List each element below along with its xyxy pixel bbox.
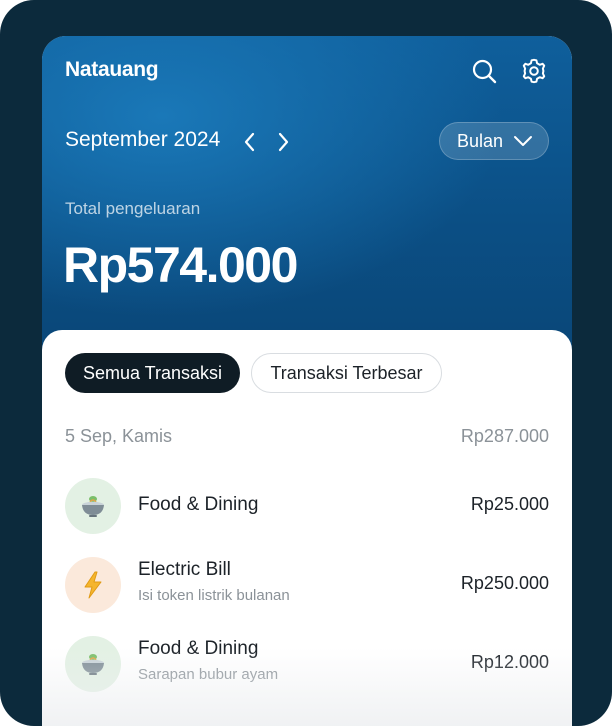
noodle-bowl-icon (82, 496, 104, 517)
tab-label: Transaksi Terbesar (270, 362, 423, 383)
range-dropdown-label: Bulan (457, 130, 504, 151)
total-amount: Rp574.000 (63, 237, 298, 293)
settings-button[interactable] (520, 57, 548, 85)
transaction-note: Isi token listrik bulanan (138, 587, 290, 604)
transaction-row[interactable]: Food & Dining Sarapan bubur ayam Rp12.00… (42, 630, 572, 700)
next-period-button[interactable] (272, 130, 294, 154)
previous-period-button[interactable] (239, 130, 261, 154)
search-button[interactable] (470, 57, 498, 85)
search-icon (472, 59, 497, 84)
gear-icon (522, 58, 546, 84)
category-badge (65, 557, 121, 613)
group-date: 5 Sep, Kamis (65, 426, 173, 446)
summary-header: Natauang September 2024 Bulan Total peng… (42, 36, 572, 366)
transaction-title: Food & Dining (138, 638, 259, 659)
total-label: Total pengeluaran (65, 199, 201, 218)
transaction-amount: Rp12.000 (470, 652, 549, 672)
transaction-title: Food & Dining (138, 494, 259, 515)
chevron-down-icon (514, 136, 533, 146)
period-label: September 2024 (65, 128, 221, 151)
tab-all-transactions[interactable]: Semua Transaksi (65, 353, 240, 393)
category-badge (65, 478, 121, 534)
device-frame: Natauang September 2024 Bulan Total peng… (0, 0, 612, 726)
noodle-bowl-icon (82, 654, 104, 675)
range-dropdown[interactable]: Bulan (439, 122, 549, 160)
group-total: Rp287.000 (460, 426, 549, 446)
chevron-right-icon (278, 132, 289, 152)
transaction-amount: Rp250.000 (460, 573, 549, 593)
transaction-amount: Rp25.000 (470, 494, 549, 514)
transaction-row[interactable]: Electric Bill Isi token listrik bulanan … (42, 551, 572, 621)
transaction-note: Sarapan bubur ayam (138, 666, 279, 683)
transaction-title: Electric Bill (138, 559, 231, 580)
transaction-row[interactable]: Food & Dining Rp25.000 (42, 472, 572, 542)
tab-label: Semua Transaksi (82, 362, 223, 383)
app-title: Natauang (65, 58, 159, 81)
lightning-icon (84, 571, 102, 599)
transactions-sheet: Semua Transaksi Transaksi Terbesar 5 Sep… (42, 330, 572, 726)
app-screen: Natauang September 2024 Bulan Total peng… (42, 36, 572, 726)
chevron-left-icon (244, 132, 255, 152)
tab-largest-transactions[interactable]: Transaksi Terbesar (251, 353, 442, 393)
category-badge (65, 636, 121, 692)
